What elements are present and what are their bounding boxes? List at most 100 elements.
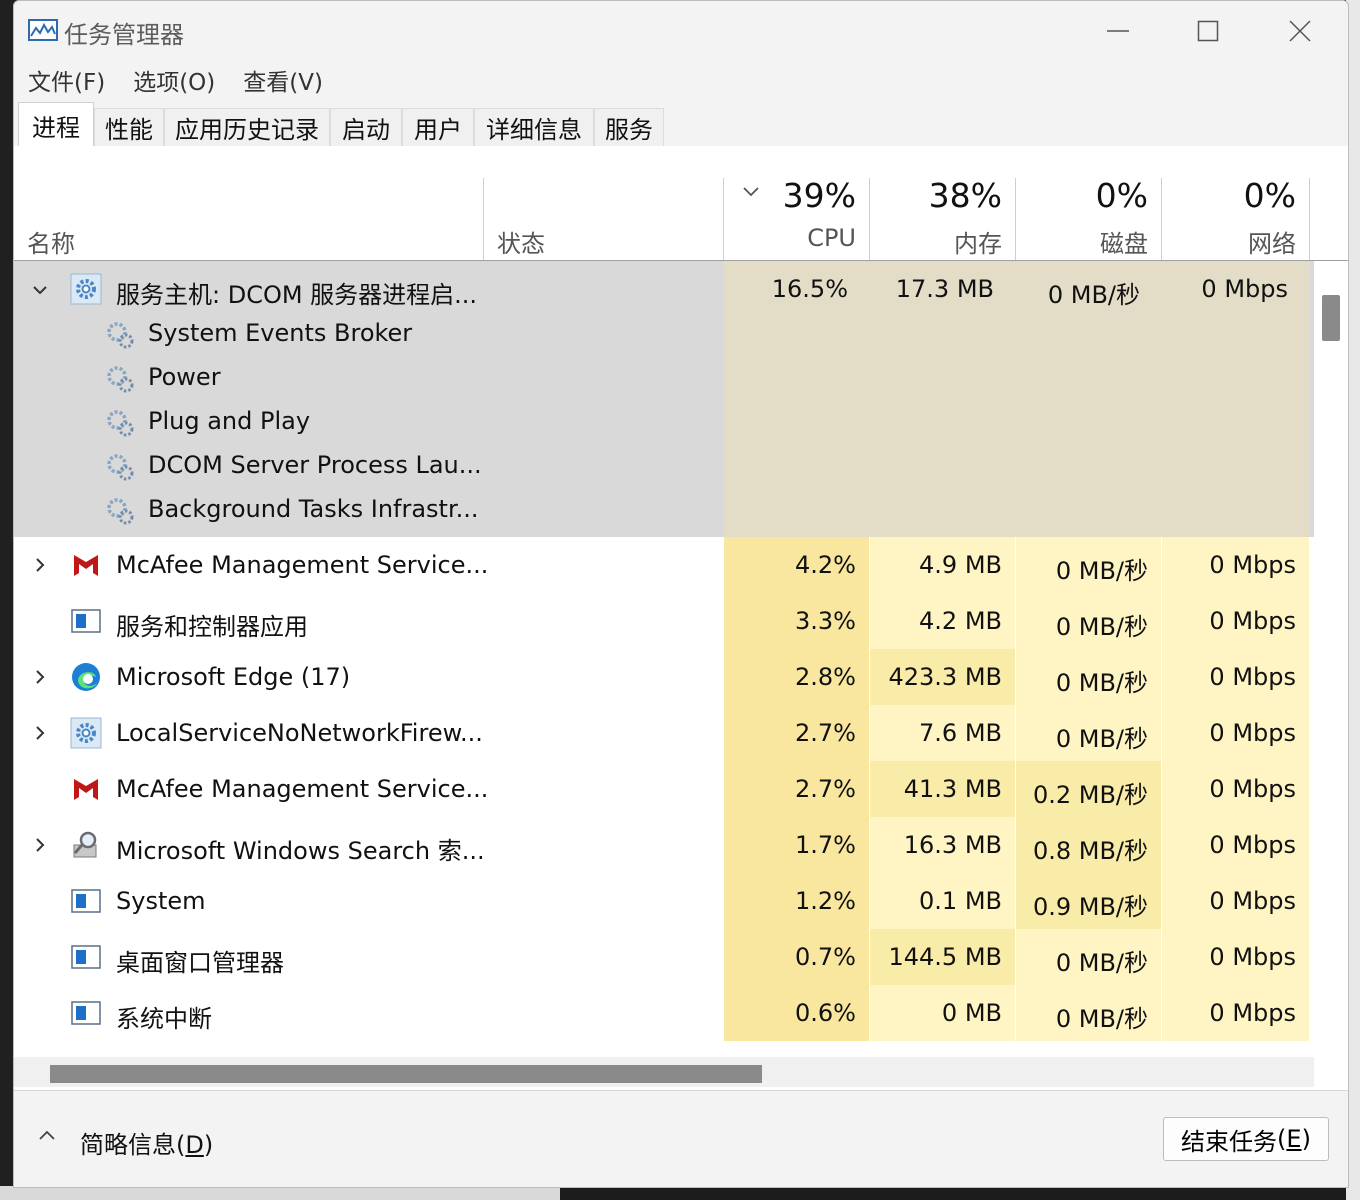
process-cpu-cell: 2.7% xyxy=(724,705,870,761)
process-network: 0 Mbps xyxy=(1209,831,1296,859)
process-memory: 423.3 MB xyxy=(888,663,1002,691)
maximize-button[interactable] xyxy=(1178,11,1238,51)
process-disk-cell: 0 MB/秒 xyxy=(1016,929,1162,985)
menu-options[interactable]: 选项(O) xyxy=(119,57,229,99)
process-row[interactable]: 1.7% 16.3 MB 0.8 MB/秒 0 Mbps Microsoft Windo… xyxy=(14,817,1314,873)
process-memory: 4.9 MB xyxy=(919,551,1002,579)
process-network: 0 Mbps xyxy=(1209,775,1296,803)
chevron-right-icon[interactable] xyxy=(32,725,48,741)
tab-performance[interactable]: 性能 xyxy=(94,108,164,146)
process-panel: 名称 状态 39% CPU 38% 内存 0% 磁盘 0% 网络 服务主机: D… xyxy=(14,146,1348,1090)
close-button[interactable] xyxy=(1270,11,1330,51)
process-network: 0 Mbps xyxy=(1201,275,1288,303)
disk-total-percent: 0% xyxy=(1095,176,1148,215)
process-disk: 0 MB/秒 xyxy=(1055,613,1148,641)
child-service-item[interactable]: System Events Broker xyxy=(14,313,714,357)
process-row[interactable]: 2.7% 7.6 MB 0 MB/秒 0 Mbps LocalServiceNoNetw… xyxy=(14,705,1314,761)
tab-users[interactable]: 用户 xyxy=(402,108,474,146)
process-cpu-cell: 2.7% xyxy=(724,761,870,817)
menu-file[interactable]: 文件(F) xyxy=(14,57,119,99)
column-header-cpu[interactable]: 39% CPU xyxy=(724,146,870,261)
process-cpu: 3.3% xyxy=(795,607,856,635)
service-name: System Events Broker xyxy=(148,319,413,347)
column-header-disk[interactable]: 0% 磁盘 xyxy=(1016,146,1162,261)
chevron-down-icon[interactable] xyxy=(32,282,48,298)
process-cpu-cell: 4.2% xyxy=(724,537,870,593)
window-title: 任务管理器 xyxy=(64,21,184,49)
process-name: 系统中断 xyxy=(116,1005,212,1033)
child-service-item[interactable]: Power xyxy=(14,357,714,401)
column-status-label: 状态 xyxy=(497,230,545,258)
child-service-item[interactable]: DCOM Server Process Lau... xyxy=(14,445,714,489)
child-service-item[interactable]: Plug and Play xyxy=(14,401,714,445)
horizontal-scrollbar-thumb[interactable] xyxy=(50,1065,762,1083)
process-cpu-cell: 0.6% xyxy=(724,985,870,1041)
tab-processes[interactable]: 进程 xyxy=(18,102,94,147)
minimize-icon xyxy=(1107,30,1129,32)
process-name: 服务和控制器应用 xyxy=(116,613,308,641)
column-header-status[interactable]: 状态 xyxy=(484,146,724,261)
tab-details[interactable]: 详细信息 xyxy=(474,108,594,146)
process-row[interactable]: 2.7% 41.3 MB 0.2 MB/秒 0 Mbps McAfee Manageme… xyxy=(14,761,1314,817)
chevron-right-icon[interactable] xyxy=(32,837,48,853)
tab-startup[interactable]: 启动 xyxy=(330,108,402,146)
process-memory-cell: 144.5 MB xyxy=(870,929,1016,985)
chevron-right-icon[interactable] xyxy=(32,669,48,685)
process-disk-cell: 0 MB/秒 xyxy=(1016,985,1162,1041)
process-row[interactable]: 0.6% 0 MB 0 MB/秒 0 Mbps 系统中断 xyxy=(14,985,1314,1041)
menu-view[interactable]: 查看(V) xyxy=(229,57,337,99)
task-manager-window: 任务管理器 文件(F) 选项(O) 查看(V) 进程 性能 应用历史记录 启动 … xyxy=(13,0,1349,1188)
column-header-filler xyxy=(1310,146,1348,261)
process-cpu: 16.5% xyxy=(771,275,848,303)
service-gears-icon xyxy=(107,366,134,393)
process-group-selected[interactable]: 服务主机: DCOM 服务器进程启... 16.5% 17.3 MB 0 MB/… xyxy=(14,261,1314,537)
column-header-memory[interactable]: 38% 内存 xyxy=(870,146,1016,261)
chevron-right-icon[interactable] xyxy=(32,557,48,573)
sort-descending-icon xyxy=(743,187,759,197)
process-network-cell: 0 Mbps xyxy=(1162,985,1310,1041)
process-name: McAfee Management Service... xyxy=(116,551,489,579)
close-icon xyxy=(1289,20,1311,42)
process-row[interactable]: 3.3% 4.2 MB 0 MB/秒 0 Mbps 服务和控制器应用 xyxy=(14,593,1314,649)
column-header-name[interactable]: 名称 xyxy=(14,146,484,261)
process-row[interactable]: 0.7% 144.5 MB 0 MB/秒 0 Mbps 桌面窗口管理器 xyxy=(14,929,1314,985)
fewer-details-link[interactable]: 简略信息(D) xyxy=(80,1125,213,1160)
end-task-button[interactable]: 结束任务(E) xyxy=(1163,1117,1329,1161)
process-row[interactable]: 4.2% 4.9 MB 0 MB/秒 0 Mbps McAfee Management … xyxy=(14,537,1314,593)
process-disk: 0.2 MB/秒 xyxy=(1032,781,1148,809)
disk-column-label: 磁盘 xyxy=(1100,230,1148,258)
process-network: 0 Mbps xyxy=(1209,943,1296,971)
chevron-up-icon[interactable] xyxy=(38,1129,56,1141)
process-disk-cell: 0.2 MB/秒 xyxy=(1016,761,1162,817)
process-cpu: 0.6% xyxy=(795,999,856,1027)
gear-icon xyxy=(70,717,102,749)
gear-icon xyxy=(70,273,102,305)
service-name: Power xyxy=(148,363,221,391)
child-service-item[interactable]: Background Tasks Infrastr... xyxy=(14,489,714,533)
process-network: 0 Mbps xyxy=(1209,607,1296,635)
process-cpu: 2.7% xyxy=(795,719,856,747)
process-network-cell: 0 Mbps xyxy=(1162,761,1310,817)
vertical-scrollbar-thumb[interactable] xyxy=(1322,295,1340,341)
process-network-cell: 0 Mbps xyxy=(1162,649,1310,705)
process-row[interactable]: 2.8% 423.3 MB 0 MB/秒 0 Mbps Microsoft Edge (… xyxy=(14,649,1314,705)
fewer-details-accesskey: D xyxy=(185,1131,204,1159)
process-cpu: 1.7% xyxy=(795,831,856,859)
process-disk-cell: 0 MB/秒 xyxy=(1016,649,1162,705)
process-row[interactable]: 1.2% 0.1 MB 0.9 MB/秒 0 Mbps System xyxy=(14,873,1314,929)
process-cpu: 0.7% xyxy=(795,943,856,971)
tab-app-history[interactable]: 应用历史记录 xyxy=(164,108,330,146)
title-bar[interactable]: 任务管理器 xyxy=(14,1,1348,57)
process-cpu: 2.8% xyxy=(795,663,856,691)
process-disk: 0.8 MB/秒 xyxy=(1032,837,1148,865)
service-gears-icon xyxy=(107,410,134,437)
process-disk: 0 MB/秒 xyxy=(1055,725,1148,753)
minimize-button[interactable] xyxy=(1088,11,1148,51)
tab-services[interactable]: 服务 xyxy=(594,108,664,146)
process-memory-cell: 423.3 MB xyxy=(870,649,1016,705)
column-header-network[interactable]: 0% 网络 xyxy=(1162,146,1310,261)
cpu-column-label: CPU xyxy=(807,224,856,252)
process-network: 0 Mbps xyxy=(1209,551,1296,579)
process-disk-cell: 0 MB/秒 xyxy=(1016,537,1162,593)
process-network-cell: 0 Mbps xyxy=(1162,593,1310,649)
